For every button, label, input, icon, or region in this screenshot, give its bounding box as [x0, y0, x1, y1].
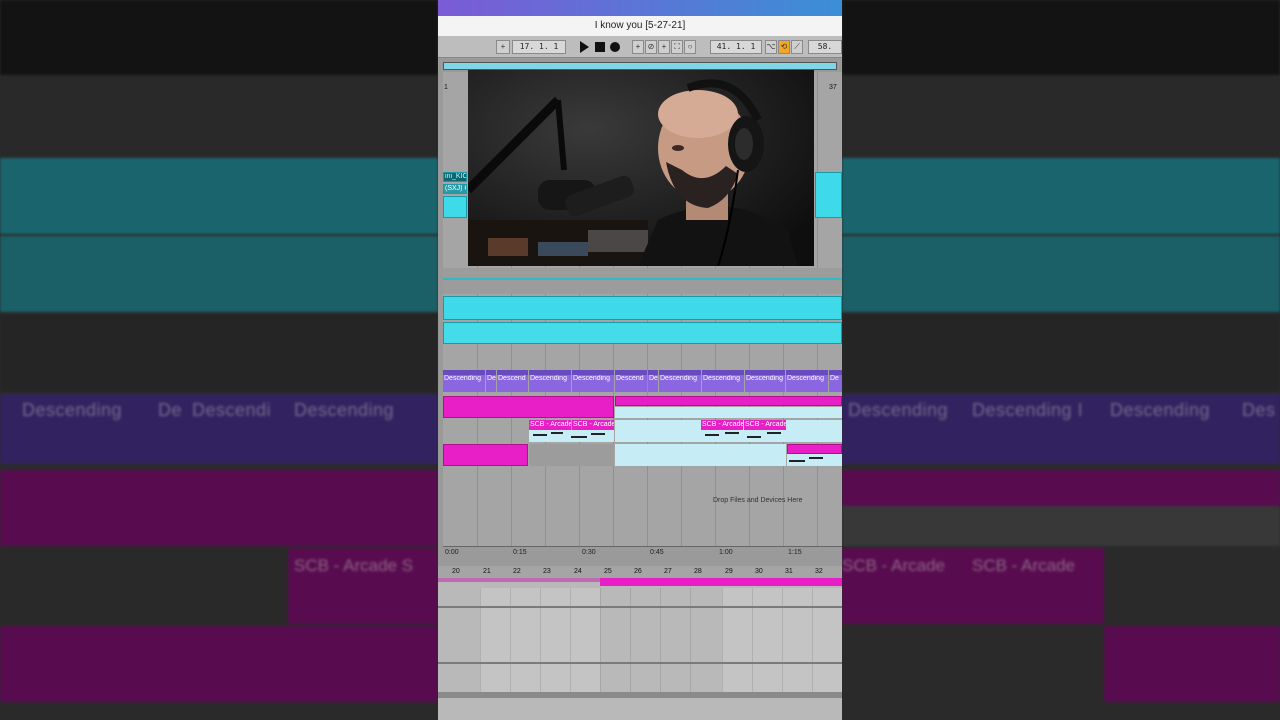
midi-clip[interactable] [443, 396, 614, 418]
descending-clip[interactable]: De [829, 370, 842, 392]
time-tick: 0:30 [582, 549, 596, 556]
scb-arcade-clip[interactable]: SCB - Arcade [701, 420, 743, 430]
bg-label: Descending [294, 400, 395, 420]
bg-label: SCB - Arcade [842, 556, 945, 575]
play-icon[interactable] [580, 41, 589, 53]
blurred-background-right: Descending Descending I Descending Des S… [842, 0, 1280, 720]
overdub-icon[interactable]: + [632, 40, 644, 54]
automation-arm-icon[interactable]: ⊘ [645, 40, 657, 54]
bar-marker: 37 [829, 84, 837, 91]
time-tick: 1:00 [719, 549, 733, 556]
bar-number: 21 [483, 568, 491, 575]
window-title: I know you [5-27-21] [438, 16, 842, 36]
scb-arcade-clip[interactable]: SCB - Arcade [529, 420, 571, 430]
track-lane[interactable] [443, 268, 842, 294]
midi-clip[interactable] [615, 396, 842, 406]
arrangement-position-icon[interactable]: + [496, 40, 510, 54]
descending-clip[interactable]: Descending [786, 370, 828, 392]
bg-label: Descending I [972, 400, 1084, 420]
clip-label[interactable]: ini_KIC [443, 172, 467, 182]
video-frame: Descending De Descendi Descending SCB - … [0, 0, 1280, 720]
drop-zone-text[interactable]: Drop Files and Devices Here [713, 497, 802, 504]
bar-marker: 1 [444, 84, 448, 91]
time-tick: 0:00 [445, 549, 459, 556]
bg-label: Des [1242, 400, 1276, 420]
descending-clip[interactable]: Descending [529, 370, 571, 392]
descending-clip[interactable]: De [648, 370, 658, 392]
clip-detail-view[interactable]: 20 21 22 23 24 25 26 27 28 29 30 31 32 [438, 566, 842, 720]
re-enable-automation-icon[interactable]: + [658, 40, 670, 54]
bar-number: 26 [634, 568, 642, 575]
midi-clip-body[interactable] [787, 454, 842, 466]
audio-clip[interactable] [815, 172, 842, 218]
empty-lane[interactable] [529, 444, 614, 466]
bar-number: 25 [604, 568, 612, 575]
audio-clip[interactable] [443, 296, 842, 320]
note-lane-divider [438, 606, 842, 608]
top-gradient-bar [438, 0, 842, 16]
blurred-background-left: Descending De Descendi Descending SCB - … [0, 0, 438, 720]
scb-arcade-clip[interactable]: SCB - Arcade [572, 420, 614, 430]
time-tick: 1:15 [788, 549, 802, 556]
punch-in-icon[interactable]: ⌥ [765, 40, 777, 54]
descending-clip[interactable]: Descending [572, 370, 614, 392]
record-icon[interactable] [610, 42, 620, 52]
loop-start-field[interactable]: 41. 1. 1 [710, 40, 762, 54]
transport-bar: + 17. 1. 1 + ⊘ + ⛶ ○ 41. 1. 1 ⌥ ⟲ ⟋ 58. [438, 36, 842, 58]
automation-lane[interactable] [615, 407, 842, 418]
scb-arcade-clip[interactable]: SCB - Arcade [744, 420, 786, 430]
descending-clip[interactable]: Descending [702, 370, 744, 392]
bar-number: 30 [755, 568, 763, 575]
bg-label: Descending [1110, 400, 1211, 420]
detail-bar-ruler[interactable]: 20 21 22 23 24 25 26 27 28 29 30 31 32 [438, 566, 842, 578]
bg-label: Descending [22, 400, 123, 420]
bar-number: 24 [574, 568, 582, 575]
arrangement-overview[interactable] [443, 62, 837, 70]
capture-icon[interactable]: ⛶ [671, 40, 683, 54]
descending-clip[interactable]: Descend [497, 370, 528, 392]
webcam-overlay [468, 70, 814, 266]
time-ruler[interactable]: 0:00 0:15 0:30 0:45 1:00 1:15 [443, 546, 842, 558]
bar-number: 32 [815, 568, 823, 575]
midi-clip-body[interactable] [529, 430, 614, 442]
bar-number: 20 [452, 568, 460, 575]
descending-clip[interactable]: Descend [615, 370, 647, 392]
descending-clip[interactable]: Descending [745, 370, 785, 392]
streamer-image [468, 70, 814, 266]
scrollbar[interactable] [438, 692, 842, 698]
time-tick: 0:15 [513, 549, 527, 556]
midi-clip[interactable] [787, 444, 842, 454]
descending-clip[interactable]: Descending [659, 370, 701, 392]
stop-icon[interactable] [595, 42, 605, 52]
note-lane-divider [438, 662, 842, 664]
punch-out-icon[interactable]: ⟋ [791, 40, 803, 54]
audio-clip[interactable] [443, 196, 467, 218]
bg-label: Descendi [192, 400, 272, 420]
audio-clip[interactable] [443, 322, 842, 344]
bar-number: 22 [513, 568, 521, 575]
bar-number: 31 [785, 568, 793, 575]
bar-number: 29 [725, 568, 733, 575]
song-position-field[interactable]: 17. 1. 1 [512, 40, 566, 54]
bg-label: SCB - Arcade [972, 556, 1075, 575]
bar-number: 27 [664, 568, 672, 575]
midi-clip[interactable] [443, 444, 528, 466]
bg-label: SCB - Arcade S [294, 556, 414, 575]
session-record-icon[interactable]: ○ [684, 40, 696, 54]
clip-label[interactable]: (SXJ) C [443, 184, 467, 194]
descending-clip[interactable]: De [486, 370, 496, 392]
loop-brace[interactable] [438, 578, 600, 582]
bar-number: 28 [694, 568, 702, 575]
descending-clip[interactable]: Descending [443, 370, 485, 392]
bg-label: De [158, 400, 183, 420]
time-tick: 0:45 [650, 549, 664, 556]
bg-label: Descending [848, 400, 949, 420]
loop-switch-icon[interactable]: ⟲ [778, 40, 790, 54]
loop-brace-active[interactable] [600, 578, 842, 586]
bar-number: 23 [543, 568, 551, 575]
midi-clip-body[interactable] [615, 444, 786, 466]
tempo-field[interactable]: 58. [808, 40, 842, 54]
